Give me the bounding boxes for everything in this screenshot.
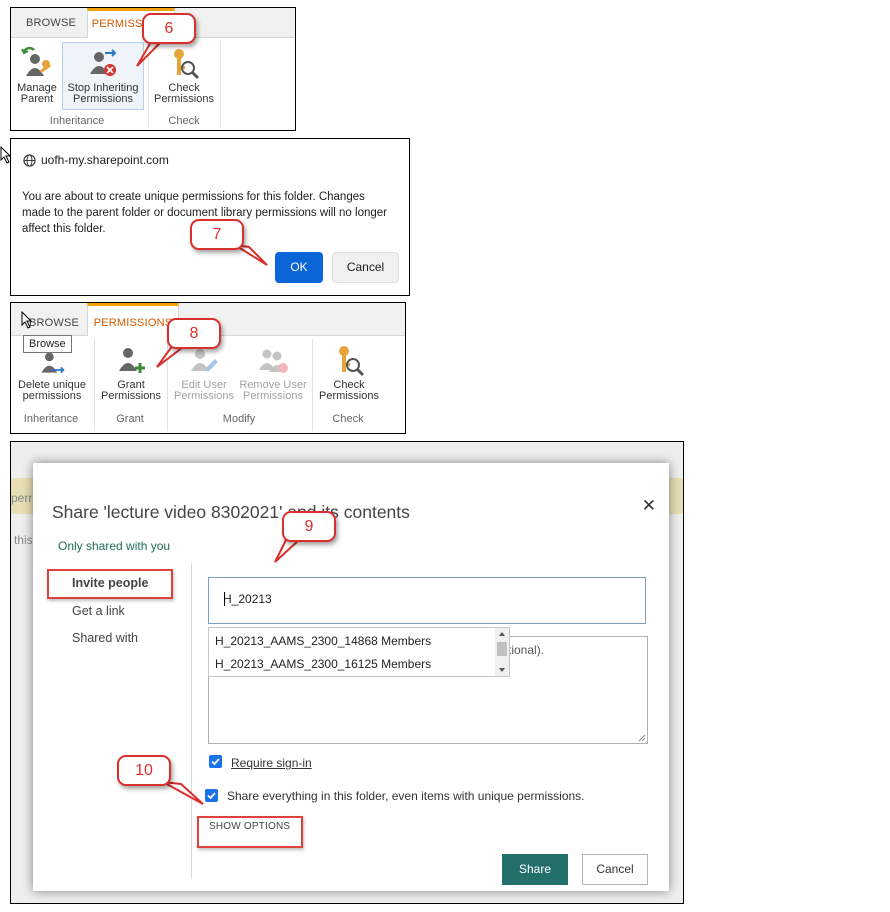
grant-permissions-line2: Permissions [101,390,161,402]
share-dialog: Share 'lecture video 8302021' and its co… [33,463,669,891]
share-screenshot: perr this Share 'lecture video 8302021' … [10,441,684,904]
delete-unique-icon [41,352,65,374]
tab-browse[interactable]: BROWSE [17,8,85,37]
callout-pointer [136,40,161,67]
grant-permissions-icon [119,348,145,373]
people-picker-input[interactable]: H_20213 [208,577,646,624]
dialog-site: uofh-my.sharepoint.com [23,153,169,167]
suggestions-scrollbar[interactable] [495,628,509,676]
delete-unique-permissions-button[interactable]: Delete unique permissions [13,349,91,402]
scroll-up-icon[interactable] [495,629,509,639]
require-signin-label[interactable]: Require sign-in [231,756,312,770]
mouse-cursor-icon [21,311,33,329]
permissions-ribbon-1: BROWSE PERMISSIONS Manage Parent Stop In… [10,7,296,131]
message-placeholder: tional). [508,643,545,657]
scroll-thumb[interactable] [497,642,507,656]
stop-inheriting-line2: Permissions [73,93,133,105]
step-callout-10: 10 [117,755,171,786]
group-label-inheritance: Inheritance [23,413,79,425]
cancel-button[interactable]: Cancel [582,854,648,885]
ok-button[interactable]: OK [275,252,323,283]
group-label-grant: Grant [116,413,144,425]
check-permissions-line2: Permissions [154,93,214,105]
check-permissions-icon [174,49,200,80]
check-permissions-button[interactable]: Check Permissions [315,343,383,402]
nav-divider [191,563,192,879]
group-label-modify: Modify [222,413,256,425]
nav-shared-with[interactable]: Shared with [72,631,138,645]
shared-status: Only shared with you [58,539,171,553]
group-label-inheritance: Inheritance [49,115,105,127]
remove-user-icon [259,349,288,373]
step-callout-8: 8 [167,318,221,349]
suggestion-item[interactable]: H_20213_AAMS_2300_16125 Members [215,657,431,671]
share-dialog-title: Share 'lecture video 8302021' and its co… [52,502,410,522]
edit-user-line2: Permissions [174,390,234,402]
manage-parent-line2: Parent [20,93,54,105]
step-callout-9: 9 [282,511,336,542]
people-suggestions: H_20213_AAMS_2300_14868 Members H_20213_… [208,627,510,677]
checkmark-icon [211,758,220,766]
step-callout-6: 6 [142,13,196,44]
manage-parent-icon [21,46,52,76]
remove-user-permissions-button: Remove User Permissions [239,343,307,402]
background-text: this [14,533,33,547]
highlight-show-options [197,816,303,848]
tab-permissions[interactable]: PERMISSIONS [87,303,179,336]
delete-unique-line2: permissions [22,390,82,402]
stop-inheriting-icon [90,49,117,76]
check-permissions-icon [339,346,365,377]
check-permissions-line2: Permissions [319,390,379,402]
background-text: perr [11,491,33,505]
step-callout-7: 7 [190,219,244,250]
highlight-invite-people [47,569,173,599]
share-button[interactable]: Share [502,854,568,885]
resize-grip-icon[interactable] [638,734,646,742]
close-icon[interactable]: ✕ [642,496,656,516]
require-signin-checkbox[interactable] [209,755,222,768]
cancel-button[interactable]: Cancel [332,252,399,283]
scroll-down-icon[interactable] [495,665,509,675]
group-label-check: Check [168,115,200,127]
remove-user-line2: Permissions [243,390,303,402]
permissions-ribbon-2: BROWSE PERMISSIONS Browse Delete unique … [10,302,406,434]
site-domain: uofh-my.sharepoint.com [41,153,169,167]
nav-get-a-link[interactable]: Get a link [72,604,125,618]
globe-icon [23,153,36,167]
manage-parent-button[interactable]: Manage Parent [13,46,61,105]
ribbon-divider [220,40,221,128]
group-label-check: Check [332,413,364,425]
suggestion-item[interactable]: H_20213_AAMS_2300_14868 Members [215,634,431,648]
browse-tooltip: Browse [23,335,72,353]
confirm-dialog: uofh-my.sharepoint.com You are about to … [10,138,410,296]
share-everything-label[interactable]: Share everything in this folder, even it… [227,789,585,803]
